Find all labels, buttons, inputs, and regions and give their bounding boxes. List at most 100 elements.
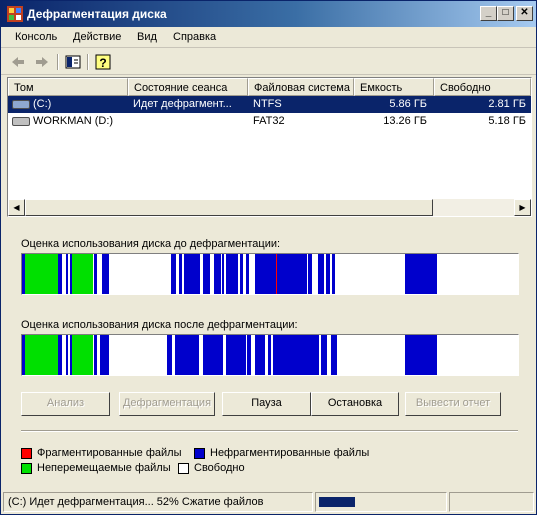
status-empty-pane — [449, 492, 534, 512]
before-map-contiguous-block — [203, 254, 210, 294]
before-map-contiguous-block — [226, 254, 238, 294]
toolbar-separator — [87, 54, 89, 70]
menu-help[interactable]: Справка — [173, 31, 216, 43]
status-progress — [315, 492, 447, 512]
before-map-contiguous-block — [255, 254, 276, 294]
volume-capacity: 5.86 ГБ — [389, 98, 427, 110]
menu-view[interactable]: Вид — [137, 31, 157, 43]
window-title: Дефрагментация диска — [27, 7, 167, 21]
before-map-contiguous-block — [246, 254, 249, 294]
column-header-filesystem[interactable]: Файловая система — [248, 78, 354, 96]
before-map-contiguous-block — [94, 254, 97, 294]
after-map-contiguous-block — [331, 335, 337, 375]
divider — [21, 430, 518, 432]
after-map-contiguous-block — [247, 335, 251, 375]
volume-capacity: 13.26 ГБ — [383, 115, 427, 127]
svg-text:?: ? — [99, 56, 106, 70]
contiguous-swatch — [194, 448, 205, 459]
menu-console[interactable]: Консоль — [15, 31, 57, 43]
before-map-contiguous-block — [66, 254, 68, 294]
stop-button[interactable]: Остановка — [311, 392, 399, 416]
after-map-contiguous-block — [268, 335, 271, 375]
after-map-contiguous-block — [203, 335, 223, 375]
show-hide-tree-icon[interactable] — [64, 53, 82, 71]
volume-name: (C:) — [33, 98, 52, 110]
before-map-contiguous-block — [184, 254, 200, 294]
after-map-contiguous-block — [66, 335, 68, 375]
before-map-contiguous-block — [240, 254, 243, 294]
menu-bar: Консоль Действие Вид Справка — [1, 27, 536, 48]
column-header-status[interactable]: Состояние сеанса — [128, 78, 248, 96]
close-button[interactable]: ✕ — [516, 6, 533, 21]
scroll-right-arrow-icon[interactable]: ▶ — [514, 199, 531, 216]
before-map-contiguous-block — [171, 254, 176, 294]
volume-list[interactable]: Том Состояние сеанса Файловая система Ем… — [7, 77, 532, 217]
after-defrag-map — [21, 334, 519, 376]
column-header-capacity[interactable]: Емкость — [354, 78, 434, 96]
volume-filesystem: FAT32 — [253, 115, 285, 127]
before-map-contiguous-block — [222, 254, 224, 294]
horizontal-scrollbar[interactable]: ◀ ▶ — [8, 199, 531, 216]
back-arrow-icon[interactable] — [9, 53, 27, 71]
help-icon[interactable]: ? — [94, 53, 112, 71]
after-map-contiguous-block — [405, 335, 437, 375]
before-map-contiguous-block — [332, 254, 335, 294]
forward-arrow-icon[interactable] — [33, 53, 51, 71]
after-map-contiguous-block — [100, 335, 109, 375]
defrag-window: Дефрагментация диска _ □ ✕ Консоль Дейст… — [0, 0, 537, 515]
menu-action[interactable]: Действие — [73, 31, 121, 43]
legend-contiguous-label: Нефрагментированные файлы — [210, 447, 370, 459]
before-defrag-map — [21, 253, 519, 295]
defragment-button[interactable]: Дефрагментация — [119, 392, 215, 416]
before-map-contiguous-block — [102, 254, 109, 294]
status-text: (C:) Идет дефрагментация... 52% Сжатие ф… — [3, 492, 313, 512]
before-map-unmovable-block — [72, 254, 93, 294]
before-map-contiguous-block — [405, 254, 437, 294]
before-defrag-label: Оценка использования диска до дефрагмент… — [21, 238, 281, 250]
before-map-contiguous-block — [326, 254, 330, 294]
legend-unmovable-label: Неперемещаемые файлы — [37, 462, 171, 474]
status-bar: (C:) Идет дефрагментация... 52% Сжатие ф… — [3, 492, 534, 512]
scrollbar-thumb[interactable] — [25, 199, 433, 216]
title-bar[interactable]: Дефрагментация диска _ □ ✕ — [1, 1, 536, 27]
volume-free: 5.18 ГБ — [488, 115, 526, 127]
fragmented-swatch — [21, 448, 32, 459]
minimize-button[interactable]: _ — [480, 6, 497, 21]
column-header-volume[interactable]: Том — [8, 78, 128, 96]
before-map-contiguous-block — [277, 254, 307, 294]
unmovable-swatch — [21, 463, 32, 474]
hard-drive-icon — [12, 100, 30, 109]
toolbar: ? — [1, 49, 536, 75]
after-map-contiguous-block — [273, 335, 319, 375]
after-map-contiguous-block — [226, 335, 246, 375]
before-map-contiguous-block — [58, 254, 62, 294]
after-map-contiguous-block — [321, 335, 327, 375]
volume-name: WORKMAN (D:) — [33, 115, 114, 127]
after-map-contiguous-block — [94, 335, 97, 375]
after-map-contiguous-block — [167, 335, 172, 375]
legend-fragmented-label: Фрагментированные файлы — [37, 447, 182, 459]
hard-drive-icon — [12, 117, 30, 126]
before-map-contiguous-block — [308, 254, 312, 294]
scroll-left-arrow-icon[interactable]: ◀ — [8, 199, 25, 216]
volume-filesystem: NTFS — [253, 98, 282, 110]
view-report-button[interactable]: Вывести отчет — [405, 392, 501, 416]
after-map-contiguous-block — [255, 335, 265, 375]
volume-list-header: Том Состояние сеанса Файловая система Ем… — [8, 78, 531, 96]
defrag-app-icon — [7, 6, 23, 22]
after-map-unmovable-block — [25, 335, 58, 375]
pause-button[interactable]: Пауза — [222, 392, 311, 416]
after-map-unmovable-block — [72, 335, 93, 375]
free-swatch — [178, 463, 189, 474]
analyze-button[interactable]: Анализ — [21, 392, 110, 416]
maximize-button[interactable]: □ — [497, 6, 514, 21]
toolbar-separator — [57, 54, 59, 70]
legend-free-label: Свободно — [194, 462, 245, 474]
before-map-contiguous-block — [318, 254, 324, 294]
volume-free: 2.81 ГБ — [488, 98, 526, 110]
volume-row-d[interactable]: WORKMAN (D:) FAT32 13.26 ГБ 5.18 ГБ — [8, 113, 531, 130]
volume-row-c[interactable]: (C:) Идет дефрагмент... NTFS 5.86 ГБ 2.8… — [8, 96, 531, 113]
after-map-contiguous-block — [175, 335, 199, 375]
column-header-free[interactable]: Свободно — [434, 78, 531, 96]
progress-fill — [319, 497, 355, 507]
